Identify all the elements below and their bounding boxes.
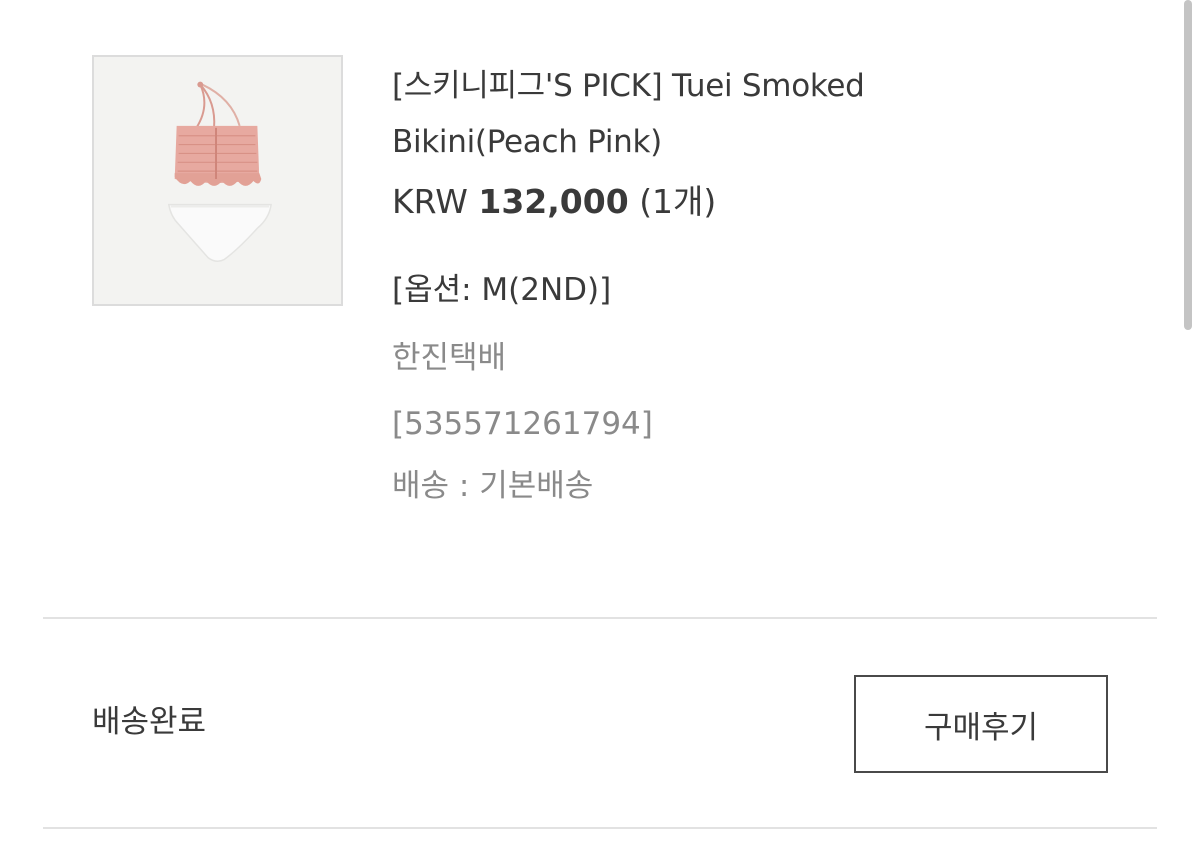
order-item: [스키니피그'S PICK] Tuei Smoked Bikini(Peach … (0, 0, 1200, 844)
courier-name: 한진택배 (392, 340, 507, 376)
review-button[interactable]: 구매후기 (854, 675, 1108, 773)
price-currency: KRW (392, 182, 468, 221)
shipping-method: 배송 : 기본배송 (392, 468, 594, 504)
bikini-icon (94, 57, 341, 304)
product-price: KRW 132,000 (1개) (392, 182, 1012, 222)
scrollbar[interactable] (1180, 0, 1200, 844)
scrollbar-thumb[interactable] (1184, 0, 1192, 330)
product-option: [옵션: M(2ND)] (392, 272, 612, 308)
product-info: [스키니피그'S PICK] Tuei Smoked Bikini(Peach … (392, 58, 1012, 506)
order-status: 배송완료 (92, 704, 207, 740)
product-title-line1[interactable]: [스키니피그'S PICK] Tuei Smoked (392, 68, 865, 104)
product-title-line2[interactable]: Bikini(Peach Pink) (392, 124, 662, 160)
divider (43, 827, 1157, 829)
price-amount: 132,000 (478, 182, 629, 221)
product-title[interactable]: [스키니피그'S PICK] Tuei Smoked Bikini(Peach … (392, 58, 1012, 170)
divider (43, 617, 1157, 619)
product-image[interactable] (92, 55, 343, 306)
price-quantity: (1개) (639, 182, 717, 221)
tracking-number[interactable]: [535571261794] (392, 404, 1012, 444)
